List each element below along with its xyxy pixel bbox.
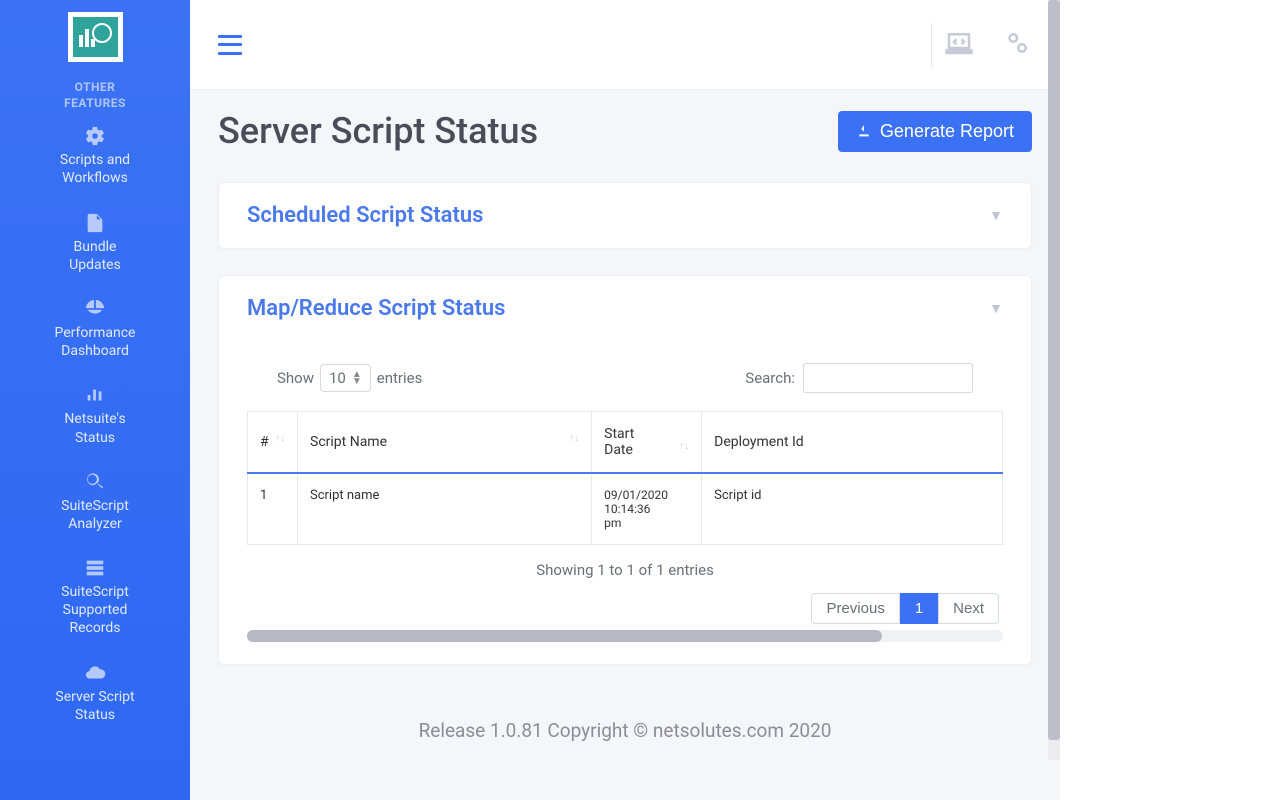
chevron-down-icon: ▼ — [989, 300, 1003, 317]
entries-select[interactable]: 10 ▲▼ — [320, 364, 371, 392]
chevron-down-icon: ▼ — [989, 207, 1003, 224]
cell-index: 1 — [248, 473, 298, 545]
sort-icon: ↑↓ — [569, 434, 579, 444]
cloud-icon — [84, 662, 106, 684]
card-header[interactable]: Map/Reduce Script Status ▼ — [219, 276, 1031, 341]
sidebar-section-label: OTHERFEATURES — [64, 80, 126, 111]
settings-gears-icon[interactable] — [1002, 28, 1032, 62]
list-icon — [84, 557, 106, 579]
pagination: Previous 1 Next — [247, 593, 1003, 624]
sidebar-item-performance-dashboard[interactable]: Performance Dashboard — [0, 292, 190, 378]
sort-icon: ↑↓ — [275, 434, 285, 444]
card-mapreduce-script: Map/Reduce Script Status ▼ Show 10 ▲▼ en… — [218, 275, 1032, 665]
sidebar-item-label: Server Script Status — [55, 689, 134, 723]
scroll-thumb[interactable] — [1048, 0, 1060, 740]
sidebar-item-server-script-status[interactable]: Server Script Status — [0, 656, 190, 742]
cell-script-name: Script name — [298, 473, 592, 545]
card-header[interactable]: Scheduled Script Status ▼ — [219, 183, 1031, 248]
gears-icon — [84, 125, 106, 147]
generate-report-button[interactable]: Generate Report — [838, 111, 1032, 152]
search-input[interactable] — [803, 363, 973, 393]
main: Server Script Status Generate Report Sch… — [190, 0, 1060, 800]
sidebar-item-scripts-workflows[interactable]: Scripts and Workflows — [0, 119, 190, 205]
download-icon — [856, 123, 872, 139]
sort-icon: ↑↓ — [679, 442, 689, 452]
topbar — [190, 0, 1060, 90]
sidebar-item-suitescript-analyzer[interactable]: SuiteScript Analyzer — [0, 465, 190, 551]
show-label: Show — [277, 369, 314, 387]
file-icon — [84, 212, 106, 234]
sidebar-item-label: Netsuite's Status — [64, 411, 125, 445]
horizontal-scrollbar[interactable] — [247, 630, 1003, 642]
app-logo — [68, 12, 123, 62]
sidebar: OTHERFEATURES Scripts and Workflows Bund… — [0, 0, 190, 800]
menu-toggle-icon[interactable] — [218, 35, 242, 55]
sidebar-item-label: Bundle Updates — [69, 239, 121, 273]
select-caret-icon: ▲▼ — [352, 371, 362, 385]
vertical-scrollbar[interactable] — [1048, 0, 1060, 760]
col-deployment-id[interactable]: Deployment Id — [702, 412, 1003, 474]
page-title: Server Script Status — [218, 110, 538, 152]
cell-deployment-id: Script id — [702, 473, 1003, 545]
pie-chart-icon — [84, 298, 106, 320]
cell-start-date: 09/01/2020 10:14:36 pm — [592, 473, 702, 545]
sidebar-item-label: Performance Dashboard — [55, 325, 136, 359]
card-title: Scheduled Script Status — [247, 203, 483, 228]
card-title: Map/Reduce Script Status — [247, 296, 505, 321]
table-row: 1 Script name 09/01/2020 10:14:36 pm Scr… — [248, 473, 1003, 545]
card-scheduled-script: Scheduled Script Status ▼ — [218, 182, 1032, 249]
sidebar-item-label: SuiteScript Analyzer — [61, 498, 129, 532]
footer-text: Release 1.0.81 Copyright © netsolutes.co… — [218, 691, 1032, 742]
search-label: Search: — [745, 369, 795, 387]
sidebar-item-suitescript-records[interactable]: SuiteScript Supported Records — [0, 551, 190, 656]
code-laptop-icon[interactable] — [944, 28, 974, 62]
col-index[interactable]: #↑↓ — [248, 412, 298, 474]
next-button[interactable]: Next — [938, 593, 999, 624]
col-script-name[interactable]: Script Name↑↓ — [298, 412, 592, 474]
script-table: #↑↓ Script Name↑↓ Start Date↑↓ Deploymen… — [247, 411, 1003, 545]
search-icon — [84, 471, 106, 493]
sidebar-item-label: Scripts and Workflows — [60, 152, 130, 186]
page-1-button[interactable]: 1 — [900, 593, 938, 624]
sidebar-item-label: SuiteScript Supported Records — [61, 584, 129, 636]
prev-button[interactable]: Previous — [811, 593, 899, 624]
sidebar-item-netsuite-status[interactable]: Netsuite's Status — [0, 378, 190, 464]
scroll-thumb[interactable] — [247, 630, 882, 642]
bar-chart-icon — [84, 384, 106, 406]
sidebar-item-bundle-updates[interactable]: Bundle Updates — [0, 206, 190, 292]
entries-label: entries — [377, 369, 423, 387]
table-info: Showing 1 to 1 of 1 entries — [247, 545, 1003, 593]
col-start-date[interactable]: Start Date↑↓ — [592, 412, 702, 474]
